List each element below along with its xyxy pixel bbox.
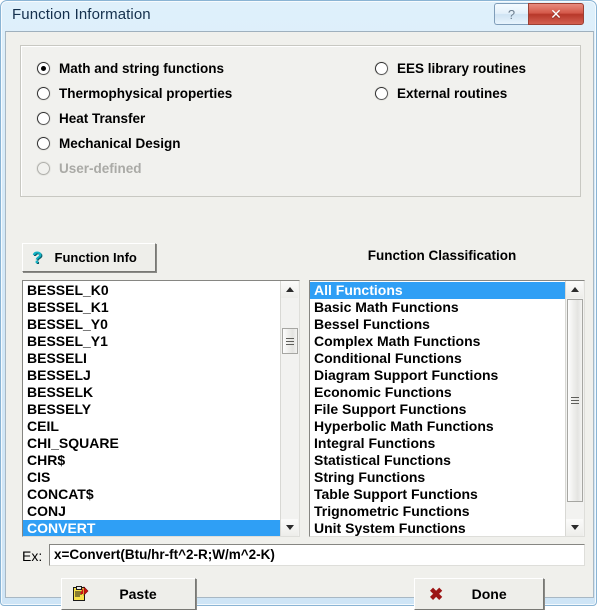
list-item[interactable]: CIS <box>23 469 281 486</box>
list-item[interactable]: CHR$ <box>23 452 281 469</box>
help-button[interactable]: ? <box>494 3 528 25</box>
list-item[interactable]: BESSEL_Y1 <box>23 333 281 350</box>
radio-user-defined: User-defined <box>37 159 142 177</box>
function-list[interactable]: BESSEL_K0 BESSEL_K1 BESSEL_Y0 BESSEL_Y1 BESS… <box>22 280 300 537</box>
radio-label: EES library routines <box>397 60 527 76</box>
list-item[interactable]: BESSEL_Y0 <box>23 316 281 333</box>
radio-label: User-defined <box>59 160 142 176</box>
radio-indicator <box>37 61 50 75</box>
list-item[interactable]: BESSEL_K1 <box>23 299 281 316</box>
list-item[interactable]: Table Support Functions <box>310 486 566 503</box>
radio-ees-library-routines[interactable]: EES library routines <box>375 59 526 77</box>
done-button[interactable]: ✖ Done <box>414 578 544 610</box>
radio-label: Thermophysical properties <box>59 85 233 101</box>
function-category-group: Math and string functions Thermophysical… <box>20 45 581 197</box>
scroll-up-button[interactable] <box>566 281 583 298</box>
list-item[interactable]: Hyperbolic Math Functions <box>310 418 566 435</box>
grip-icon <box>571 395 579 406</box>
chevron-up-icon <box>285 287 294 292</box>
window-title: Function Information <box>12 6 151 23</box>
list-item[interactable]: File Support Functions <box>310 401 566 418</box>
list-item[interactable]: Economic Functions <box>310 384 566 401</box>
function-info-button[interactable]: ? Function Info <box>22 243 156 272</box>
clipboard-paste-icon <box>73 585 89 603</box>
list-item[interactable]: Diagram Support Functions <box>310 367 566 384</box>
paste-button[interactable]: Paste <box>61 578 196 610</box>
radio-label: Heat Transfer <box>59 110 146 126</box>
close-icon: ✕ <box>550 5 562 22</box>
list-item[interactable]: CONVERT <box>23 520 281 536</box>
list-item[interactable]: CHI_SQUARE <box>23 435 281 452</box>
list-item[interactable]: BESSELI <box>23 350 281 367</box>
scroll-up-button[interactable] <box>281 281 298 298</box>
function-classification-heading: Function Classification <box>367 248 517 263</box>
radio-mechanical-design[interactable]: Mechanical Design <box>37 134 181 152</box>
list-item[interactable]: String Functions <box>310 469 566 486</box>
list-item[interactable]: BESSELK <box>23 384 281 401</box>
close-button[interactable]: ✕ <box>528 3 584 25</box>
list-item[interactable]: Complex Math Functions <box>310 333 566 350</box>
list-item[interactable]: All Functions <box>310 282 566 299</box>
radio-label: Math and string functions <box>59 60 224 76</box>
paste-button-label: Paste <box>119 586 157 602</box>
list-item[interactable]: Basic Math Functions <box>310 299 566 316</box>
scrollbar-thumb[interactable] <box>567 299 583 502</box>
list-item[interactable]: BESSELY <box>23 401 281 418</box>
chevron-down-icon <box>285 525 294 530</box>
red-x-icon: ✖ <box>429 584 444 604</box>
classification-list-items: All Functions Basic Math Functions Bessel … <box>310 281 566 536</box>
function-list-scrollbar[interactable] <box>280 281 299 536</box>
radio-math-and-string-functions[interactable]: Math and string functions <box>37 59 224 77</box>
radio-indicator <box>37 86 50 100</box>
list-item[interactable]: CONJ <box>23 503 281 520</box>
list-item[interactable]: CEIL <box>23 418 281 435</box>
question-mark-icon: ? <box>32 248 43 267</box>
radio-label: External routines <box>397 85 508 101</box>
dialog-client-area: Math and string functions Thermophysical… <box>5 31 594 610</box>
list-item[interactable]: Unit System Functions <box>310 520 566 536</box>
radio-indicator <box>37 161 50 175</box>
chevron-down-icon <box>570 525 579 530</box>
list-item[interactable]: CONCAT$ <box>23 486 281 503</box>
scroll-down-button[interactable] <box>281 519 298 536</box>
list-item[interactable]: Trignometric Functions <box>310 503 566 520</box>
list-item[interactable]: Conditional Functions <box>310 350 566 367</box>
title-bar: Function Information ? ✕ <box>1 1 597 31</box>
list-item[interactable]: BESSELJ <box>23 367 281 384</box>
done-button-label: Done <box>471 586 507 602</box>
example-label: Ex: <box>22 548 43 564</box>
radio-indicator <box>37 136 50 150</box>
radio-indicator <box>37 111 50 125</box>
classification-list-scrollbar[interactable] <box>565 281 584 536</box>
radio-external-routines[interactable]: External routines <box>375 84 507 102</box>
classification-list[interactable]: All Functions Basic Math Functions Bessel … <box>309 280 585 537</box>
scrollbar-thumb[interactable] <box>282 328 298 354</box>
radio-indicator <box>375 86 388 100</box>
list-item[interactable]: Statistical Functions <box>310 452 566 469</box>
chevron-up-icon <box>570 287 579 292</box>
radio-label: Mechanical Design <box>59 135 181 151</box>
question-mark-icon: ? <box>507 6 516 22</box>
radio-thermophysical-properties[interactable]: Thermophysical properties <box>37 84 232 102</box>
function-info-button-label: Function Info <box>54 250 137 265</box>
function-information-window: Function Information ? ✕ Math and string… <box>0 0 597 610</box>
list-item[interactable]: Bessel Functions <box>310 316 566 333</box>
list-item[interactable]: Integral Functions <box>310 435 566 452</box>
radio-heat-transfer[interactable]: Heat Transfer <box>37 109 145 127</box>
scroll-down-button[interactable] <box>566 519 583 536</box>
grip-icon <box>286 336 294 347</box>
function-list-items: BESSEL_K0 BESSEL_K1 BESSEL_Y0 BESSEL_Y1 BESS… <box>23 281 281 536</box>
list-item[interactable]: BESSEL_K0 <box>23 282 281 299</box>
example-field[interactable]: x=Convert(Btu/hr-ft^2-R;W/m^2-K) <box>49 544 585 566</box>
radio-indicator <box>375 61 388 75</box>
